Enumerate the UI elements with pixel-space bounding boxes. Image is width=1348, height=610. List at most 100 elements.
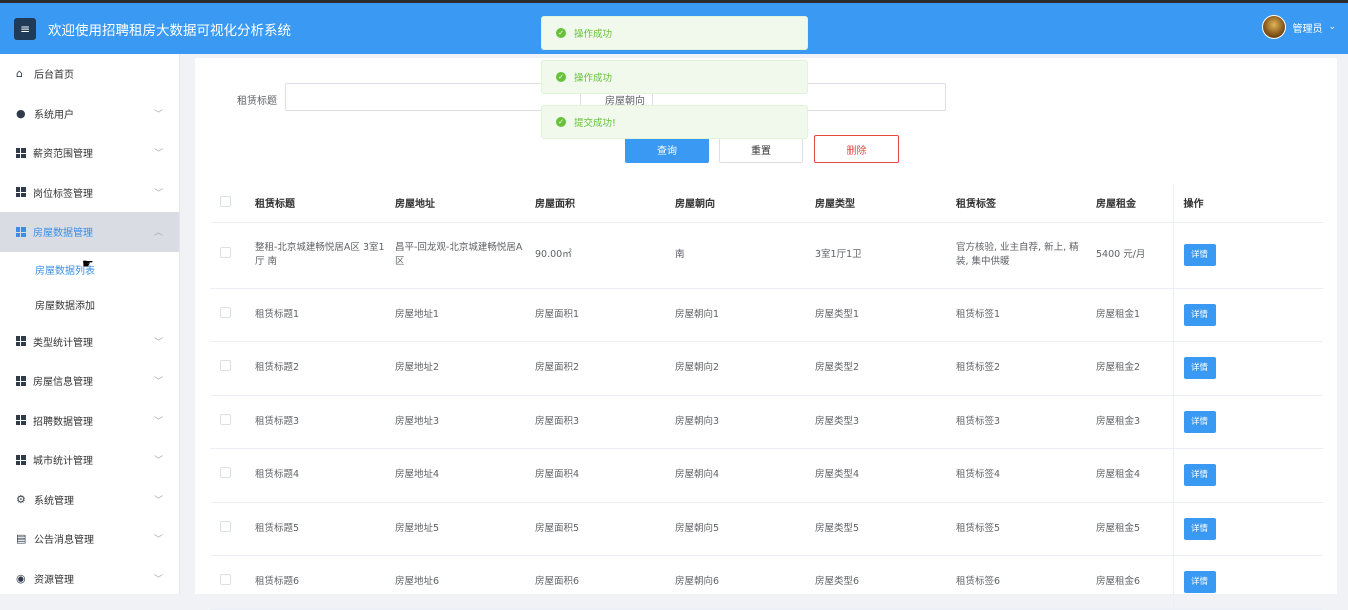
cell-rent: 房屋租金3 [1086, 395, 1173, 449]
toast-success-3: ✓ 提交成功! [541, 105, 808, 139]
cell-tags: 租赁标签2 [946, 341, 1086, 396]
select-all-checkbox[interactable] [220, 195, 231, 207]
chevron-down-icon: ﹀ [153, 574, 163, 585]
table-row: 租赁标题2 房屋地址2 房屋面积2 房屋朝向2 房屋类型2 租赁标签2 房屋租金… [210, 341, 1323, 396]
table-header-row: 租赁标题 房屋地址 房屋面积 房屋朝向 房屋类型 租赁标签 房屋租金 操作 [210, 184, 1323, 223]
chevron-down-icon: ﹀ [153, 456, 163, 467]
detail-button[interactable]: 详情 [1183, 357, 1216, 380]
sidebar-item-label: 系统用户 [34, 109, 74, 121]
sidebar-item-system-admin[interactable]: ⚙ 系统管理 ﹀ [0, 480, 179, 520]
page-scrollbar[interactable] [1342, 54, 1348, 594]
gear-icon: ⚙ [16, 492, 26, 506]
cell-tags: 租赁标签1 [946, 288, 1086, 342]
sidebar-item-label: 资源管理 [34, 574, 74, 586]
column-header: 房屋租金 [1086, 184, 1173, 223]
check-circle-icon: ✓ [556, 117, 566, 127]
sidebar-item-announcements[interactable]: ▤ 公告消息管理 ﹀ [0, 519, 179, 559]
detail-button[interactable]: 详情 [1183, 464, 1216, 487]
row-checkbox[interactable] [220, 306, 231, 318]
detail-button[interactable]: 详情 [1183, 517, 1216, 540]
chevron-down-icon: ﹀ [153, 109, 163, 120]
cell-type: 房屋类型2 [805, 341, 946, 396]
check-circle-icon: ✓ [556, 72, 566, 82]
cell-orientation: 房屋朝向6 [665, 555, 805, 610]
sidebar-item-salary-range[interactable]: 薪资范围管理 ﹀ [0, 133, 179, 173]
cell-address: 房屋地址5 [385, 502, 525, 556]
title-filter-input[interactable] [285, 83, 581, 111]
toast-success-2: ✓ 操作成功 [541, 60, 808, 94]
row-checkbox[interactable] [220, 247, 231, 258]
detail-button[interactable]: 详情 [1183, 303, 1216, 326]
cell-title: 租赁标题4 [245, 448, 385, 503]
grid-icon [16, 415, 26, 426]
doc-icon: ▤ [16, 532, 27, 546]
table-row: 租赁标题5 房屋地址5 房屋面积5 房屋朝向5 房屋类型5 租赁标签5 房屋租金… [210, 502, 1323, 556]
sidebar-item-house-info[interactable]: 房屋信息管理 ﹀ [0, 361, 179, 401]
cell-orientation: 房屋朝向3 [665, 395, 805, 449]
hamburger-icon: ≡ [19, 21, 31, 36]
cell-orientation: 房屋朝向1 [665, 288, 805, 342]
user-menu[interactable]: 管理员 ⌄ [1262, 15, 1336, 39]
sidebar-item-label: 系统管理 [34, 495, 74, 507]
sidebar-item-system-users[interactable]: ● 系统用户 ﹀ [0, 94, 179, 134]
chevron-down-icon: ﹀ [153, 535, 163, 546]
column-header: 房屋地址 [385, 184, 525, 223]
table-row: 整租-北京城建畅悦居A区 3室1厅 南 昌平-回龙观-北京城建畅悦居A区 90.… [210, 222, 1323, 289]
row-checkbox[interactable] [220, 520, 231, 532]
cell-area: 房屋面积5 [525, 502, 665, 556]
detail-button[interactable]: 详情 [1183, 571, 1216, 594]
sidebar-item-job-tags[interactable]: 岗位标签管理 ﹀ [0, 173, 179, 213]
cell-title: 租赁标题1 [245, 288, 385, 342]
cell-tags: 租赁标签3 [946, 395, 1086, 449]
sidebar-item-resources[interactable]: ◉ 资源管理 ﹀ [0, 559, 179, 599]
detail-button[interactable]: 详情 [1183, 410, 1216, 433]
row-checkbox[interactable] [220, 467, 231, 479]
cell-rent: 房屋租金6 [1086, 555, 1173, 610]
cell-title: 租赁标题2 [245, 341, 385, 396]
grid-icon [16, 147, 26, 158]
reset-button[interactable]: 重置 [719, 135, 803, 163]
avatar[interactable] [1262, 15, 1287, 39]
cell-address: 房屋地址6 [385, 555, 525, 610]
grid-icon [16, 336, 26, 347]
toast-message: 提交成功! [574, 118, 616, 129]
cell-address: 昌平-回龙观-北京城建畅悦居A区 [385, 222, 525, 289]
chevron-down-icon: ﹀ [153, 149, 163, 160]
sidebar-item-home[interactable]: ⌂ 后台首页 [0, 54, 179, 94]
check-circle-icon: ✓ [556, 28, 566, 38]
sidebar-item-type-stats[interactable]: 类型统计管理 ﹀ [0, 322, 179, 362]
chevron-down-icon: ﹀ [153, 495, 163, 506]
table-row: 租赁标题3 房屋地址3 房屋面积3 房屋朝向3 房屋类型3 租赁标签3 房屋租金… [210, 395, 1323, 449]
cell-title: 租赁标题3 [245, 395, 385, 449]
title-filter-label: 租赁标题 [237, 96, 277, 107]
pointer-cursor-icon: ☛ [82, 257, 94, 272]
cell-area: 房屋面积3 [525, 395, 665, 449]
sidebar-item-label: 岗位标签管理 [33, 188, 93, 200]
row-checkbox[interactable] [220, 360, 231, 372]
row-checkbox[interactable] [220, 574, 231, 586]
cell-tags: 租赁标签6 [946, 555, 1086, 610]
select-all-cell[interactable] [210, 184, 245, 223]
sidebar-item-recruit-data[interactable]: 招聘数据管理 ﹀ [0, 401, 179, 441]
cell-type: 房屋类型4 [805, 448, 946, 503]
cell-area: 房屋面积4 [525, 448, 665, 503]
cell-address: 房屋地址3 [385, 395, 525, 449]
cell-type: 房屋类型6 [805, 555, 946, 610]
row-checkbox[interactable] [220, 413, 231, 425]
toast-message: 操作成功 [574, 29, 613, 40]
table-row: 租赁标题4 房屋地址4 房屋面积4 房屋朝向4 房屋类型4 租赁标签4 房屋租金… [210, 448, 1323, 503]
house-data-table: 租赁标题 房屋地址 房屋面积 房屋朝向 房屋类型 租赁标签 房屋租金 操作 整租… [210, 184, 1323, 610]
cell-rent: 房屋租金4 [1086, 448, 1173, 503]
grid-icon [16, 226, 26, 237]
query-button[interactable]: 查询 [625, 135, 709, 163]
sidebar-item-city-stats[interactable]: 城市统计管理 ﹀ [0, 440, 179, 480]
circle-icon: ◉ [16, 571, 26, 585]
column-header: 租赁标签 [946, 184, 1086, 223]
user-label[interactable]: 管理员 [1292, 20, 1322, 35]
detail-button[interactable]: 详情 [1183, 244, 1216, 266]
delete-button[interactable]: 删除 [814, 135, 899, 163]
cell-type: 房屋类型5 [805, 502, 946, 556]
menu-toggle-button[interactable]: ≡ [14, 17, 36, 40]
sidebar-subitem-house-data-add[interactable]: 房屋数据添加 [0, 287, 179, 322]
sidebar-item-house-data[interactable]: 房屋数据管理 ︿ [0, 212, 179, 252]
